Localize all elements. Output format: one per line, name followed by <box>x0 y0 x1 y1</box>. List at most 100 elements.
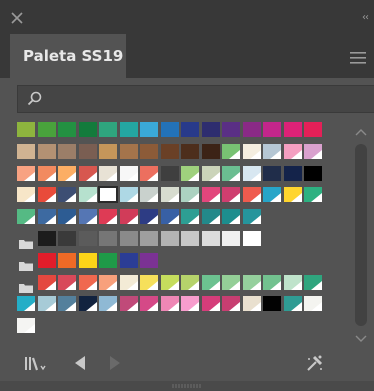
color-swatch[interactable] <box>222 122 240 137</box>
color-swatch[interactable] <box>304 187 322 203</box>
color-swatch[interactable] <box>283 274 302 290</box>
search-input[interactable] <box>50 89 354 111</box>
swatch-libraries-icon[interactable] <box>24 355 48 371</box>
color-swatch[interactable] <box>17 143 35 159</box>
close-icon[interactable] <box>11 12 23 24</box>
color-swatch[interactable] <box>78 252 97 268</box>
color-swatch[interactable] <box>99 209 117 225</box>
panel-titlebar[interactable]: ‹‹ <box>0 0 374 34</box>
color-swatch[interactable] <box>160 143 179 159</box>
scroll-thumb[interactable] <box>355 144 367 326</box>
color-swatch[interactable] <box>37 252 56 268</box>
next-arrow-icon[interactable] <box>108 355 122 371</box>
color-swatch[interactable] <box>201 187 220 203</box>
color-swatch[interactable] <box>99 296 117 312</box>
color-swatch[interactable] <box>78 143 97 159</box>
color-swatch[interactable] <box>242 274 261 290</box>
color-swatch[interactable] <box>222 143 240 159</box>
color-swatch[interactable] <box>58 122 76 137</box>
color-swatch[interactable] <box>119 209 138 225</box>
color-swatch[interactable] <box>181 209 199 225</box>
color-swatch[interactable] <box>119 187 138 203</box>
color-swatch[interactable] <box>181 231 199 246</box>
hamburger-menu-icon[interactable] <box>350 52 366 64</box>
vertical-scrollbar[interactable] <box>353 124 369 346</box>
color-swatch[interactable] <box>242 187 261 203</box>
tab-paleta-ss19[interactable]: Paleta SS19 <box>10 34 126 78</box>
color-swatch[interactable] <box>119 296 138 312</box>
color-swatch[interactable] <box>242 209 261 225</box>
color-group-folder-icon[interactable] <box>19 278 33 293</box>
color-swatch[interactable] <box>17 165 35 181</box>
color-swatch[interactable] <box>119 274 138 290</box>
color-swatch[interactable] <box>78 209 97 225</box>
color-swatch[interactable] <box>304 143 322 159</box>
color-swatch[interactable] <box>17 187 35 203</box>
color-swatch[interactable] <box>58 296 76 312</box>
resize-grip[interactable] <box>0 381 374 391</box>
color-swatch[interactable] <box>17 296 35 312</box>
scroll-down-icon[interactable] <box>355 335 367 343</box>
color-swatch[interactable] <box>201 143 220 159</box>
color-swatch[interactable] <box>140 252 158 268</box>
color-swatch[interactable] <box>78 274 97 290</box>
color-swatch[interactable] <box>37 122 56 137</box>
color-swatch[interactable] <box>119 231 138 246</box>
color-swatch[interactable] <box>140 187 158 203</box>
color-swatch[interactable] <box>37 296 56 312</box>
color-swatch[interactable] <box>58 209 76 225</box>
color-swatch[interactable] <box>283 122 302 137</box>
color-swatch[interactable] <box>222 209 240 225</box>
color-swatch[interactable] <box>181 143 199 159</box>
color-swatch[interactable] <box>181 187 199 203</box>
color-group-folder-icon[interactable] <box>19 256 33 271</box>
color-swatch[interactable] <box>140 165 158 181</box>
color-swatch[interactable] <box>140 296 158 312</box>
color-swatch[interactable] <box>201 231 220 246</box>
color-group-folder-icon[interactable] <box>19 234 33 249</box>
color-swatch[interactable] <box>78 122 97 137</box>
color-swatch[interactable] <box>283 187 302 203</box>
color-swatch[interactable] <box>222 187 240 203</box>
color-swatch[interactable] <box>263 165 281 181</box>
color-swatch[interactable] <box>119 143 138 159</box>
color-swatch[interactable] <box>263 122 281 137</box>
search-field[interactable] <box>17 85 374 113</box>
color-swatch[interactable] <box>222 231 240 246</box>
color-swatch[interactable] <box>99 252 117 268</box>
color-swatch[interactable] <box>58 231 76 246</box>
color-swatch[interactable] <box>99 122 117 137</box>
color-swatch[interactable] <box>160 165 179 181</box>
color-swatch[interactable] <box>222 296 240 312</box>
scroll-up-icon[interactable] <box>355 128 367 136</box>
color-swatch[interactable] <box>242 122 261 137</box>
color-swatch[interactable] <box>181 296 199 312</box>
color-swatch[interactable] <box>160 274 179 290</box>
color-swatch[interactable] <box>37 187 56 203</box>
color-swatch[interactable] <box>201 122 220 137</box>
color-swatch[interactable] <box>119 165 138 181</box>
color-swatch[interactable] <box>181 274 199 290</box>
color-swatch[interactable] <box>304 122 322 137</box>
color-swatch[interactable] <box>37 143 56 159</box>
color-swatch[interactable] <box>304 296 322 312</box>
color-swatch[interactable] <box>181 165 199 181</box>
color-swatch[interactable] <box>140 122 158 137</box>
color-swatch[interactable] <box>99 274 117 290</box>
color-swatch[interactable] <box>242 231 261 246</box>
color-swatch[interactable] <box>263 143 281 159</box>
color-swatch[interactable] <box>201 165 220 181</box>
previous-arrow-icon[interactable] <box>73 355 87 371</box>
color-swatch[interactable] <box>99 143 117 159</box>
color-swatch[interactable] <box>181 122 199 137</box>
color-swatch[interactable] <box>58 165 76 181</box>
color-swatch[interactable] <box>37 274 56 290</box>
color-swatch[interactable] <box>160 187 179 203</box>
color-swatch[interactable] <box>17 318 35 334</box>
color-swatch[interactable] <box>58 274 76 290</box>
color-swatch[interactable] <box>242 296 261 312</box>
color-swatch[interactable] <box>304 165 322 181</box>
color-swatch[interactable] <box>160 209 179 225</box>
color-swatch[interactable] <box>98 186 118 204</box>
color-swatch[interactable] <box>17 209 35 225</box>
